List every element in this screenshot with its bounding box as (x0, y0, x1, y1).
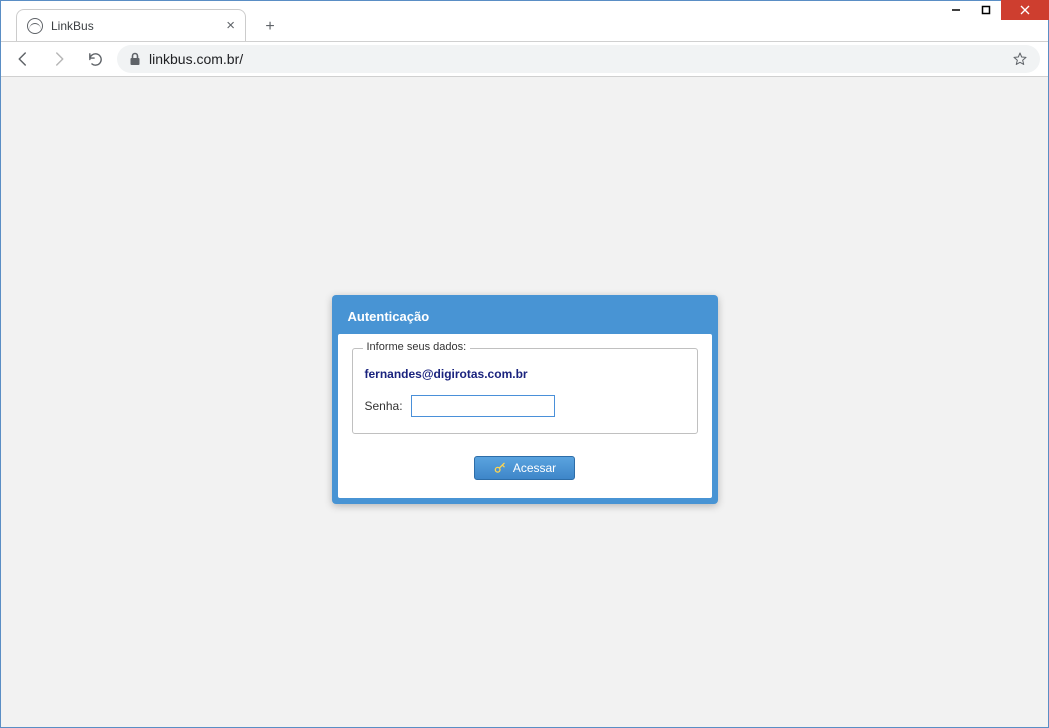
button-row: Acessar (352, 456, 698, 480)
window-close-button[interactable] (1001, 0, 1049, 20)
forward-button[interactable] (45, 45, 73, 73)
address-bar[interactable]: linkbus.com.br/ (117, 45, 1040, 73)
lock-icon (129, 52, 141, 66)
password-row: Senha: (365, 395, 685, 417)
submit-button-label: Acessar (513, 461, 556, 475)
email-display: fernandes@digirotas.com.br (365, 367, 685, 381)
reload-button[interactable] (81, 45, 109, 73)
password-input[interactable] (411, 395, 555, 417)
submit-button[interactable]: Acessar (474, 456, 575, 480)
close-tab-icon[interactable]: × (226, 17, 235, 34)
window-maximize-button[interactable] (971, 0, 1001, 20)
page-content: Autenticação Informe seus dados: fernand… (1, 77, 1048, 727)
fieldset-legend: Informe seus dados: (363, 341, 471, 353)
window-controls (941, 0, 1049, 20)
url-text: linkbus.com.br/ (149, 51, 243, 67)
window-minimize-button[interactable] (941, 0, 971, 20)
auth-panel: Autenticação Informe seus dados: fernand… (332, 295, 718, 504)
bookmark-star-icon[interactable] (1012, 51, 1028, 67)
globe-icon (27, 18, 43, 34)
key-icon (493, 461, 507, 475)
new-tab-button[interactable]: + (256, 13, 284, 41)
password-label: Senha: (365, 399, 403, 413)
back-button[interactable] (9, 45, 37, 73)
auth-panel-title: Autenticação (338, 301, 712, 334)
toolbar: linkbus.com.br/ (1, 41, 1048, 77)
auth-panel-body: Informe seus dados: fernandes@digirotas.… (338, 334, 712, 498)
tab-title: LinkBus (51, 19, 94, 33)
browser-tab[interactable]: LinkBus × (16, 9, 246, 41)
tab-bar: LinkBus × + (1, 1, 1048, 41)
credentials-fieldset: Informe seus dados: fernandes@digirotas.… (352, 348, 698, 434)
